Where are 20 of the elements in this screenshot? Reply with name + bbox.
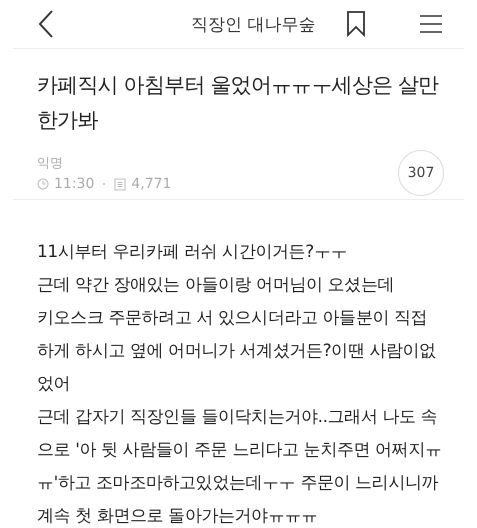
body-text-line: 계속 첫 화면으로 돌아가는거야ㅠㅠㅠ — [37, 505, 319, 528]
body-text-line: 키오스크 주문하려고 서 있으시더라고 아들분이 직접 — [37, 307, 428, 330]
post-time: 11:30 — [54, 176, 94, 192]
body-text-line: ㅠ'하고 조마조마하고있었는데ㅜㅜ 주문이 느리시니까 — [37, 472, 440, 495]
bookmark-icon[interactable] — [346, 11, 366, 37]
body-text-line: 으로 '아 뒷 사람들이 주문 느리다고 눈치주면 어쩌지ㅠ — [37, 439, 443, 462]
comment-count[interactable]: 307 — [398, 150, 444, 196]
body-text-line: 11시부터 우리카페 러쉬 시간이거든?ㅜㅜ — [37, 241, 348, 264]
document-icon — [114, 178, 126, 190]
body-text-line: 었어 — [37, 373, 72, 396]
menu-icon[interactable] — [420, 14, 442, 34]
body-text-line: 하게 하시고 옆에 어머니가 서계셨거든?이땐 사람이없 — [37, 340, 437, 363]
author-name: 익명 — [37, 155, 64, 172]
view-count: 4,771 — [131, 176, 172, 192]
clock-icon — [37, 178, 49, 190]
post-title: 카페직시 아침부터 울었어ㅠㅠㅜ세상은 살만한가봐 — [37, 72, 440, 134]
back-icon[interactable] — [37, 9, 55, 39]
body-text-line: 근데 약간 장애있는 아들이랑 어머님이 오셨는데 — [37, 274, 396, 297]
body-text-line: 근데 갑자기 직장인들 들이닥치는거야..그래서 나도 속 — [37, 406, 438, 429]
board-title: 직장인 대나무숲 — [191, 14, 316, 36]
